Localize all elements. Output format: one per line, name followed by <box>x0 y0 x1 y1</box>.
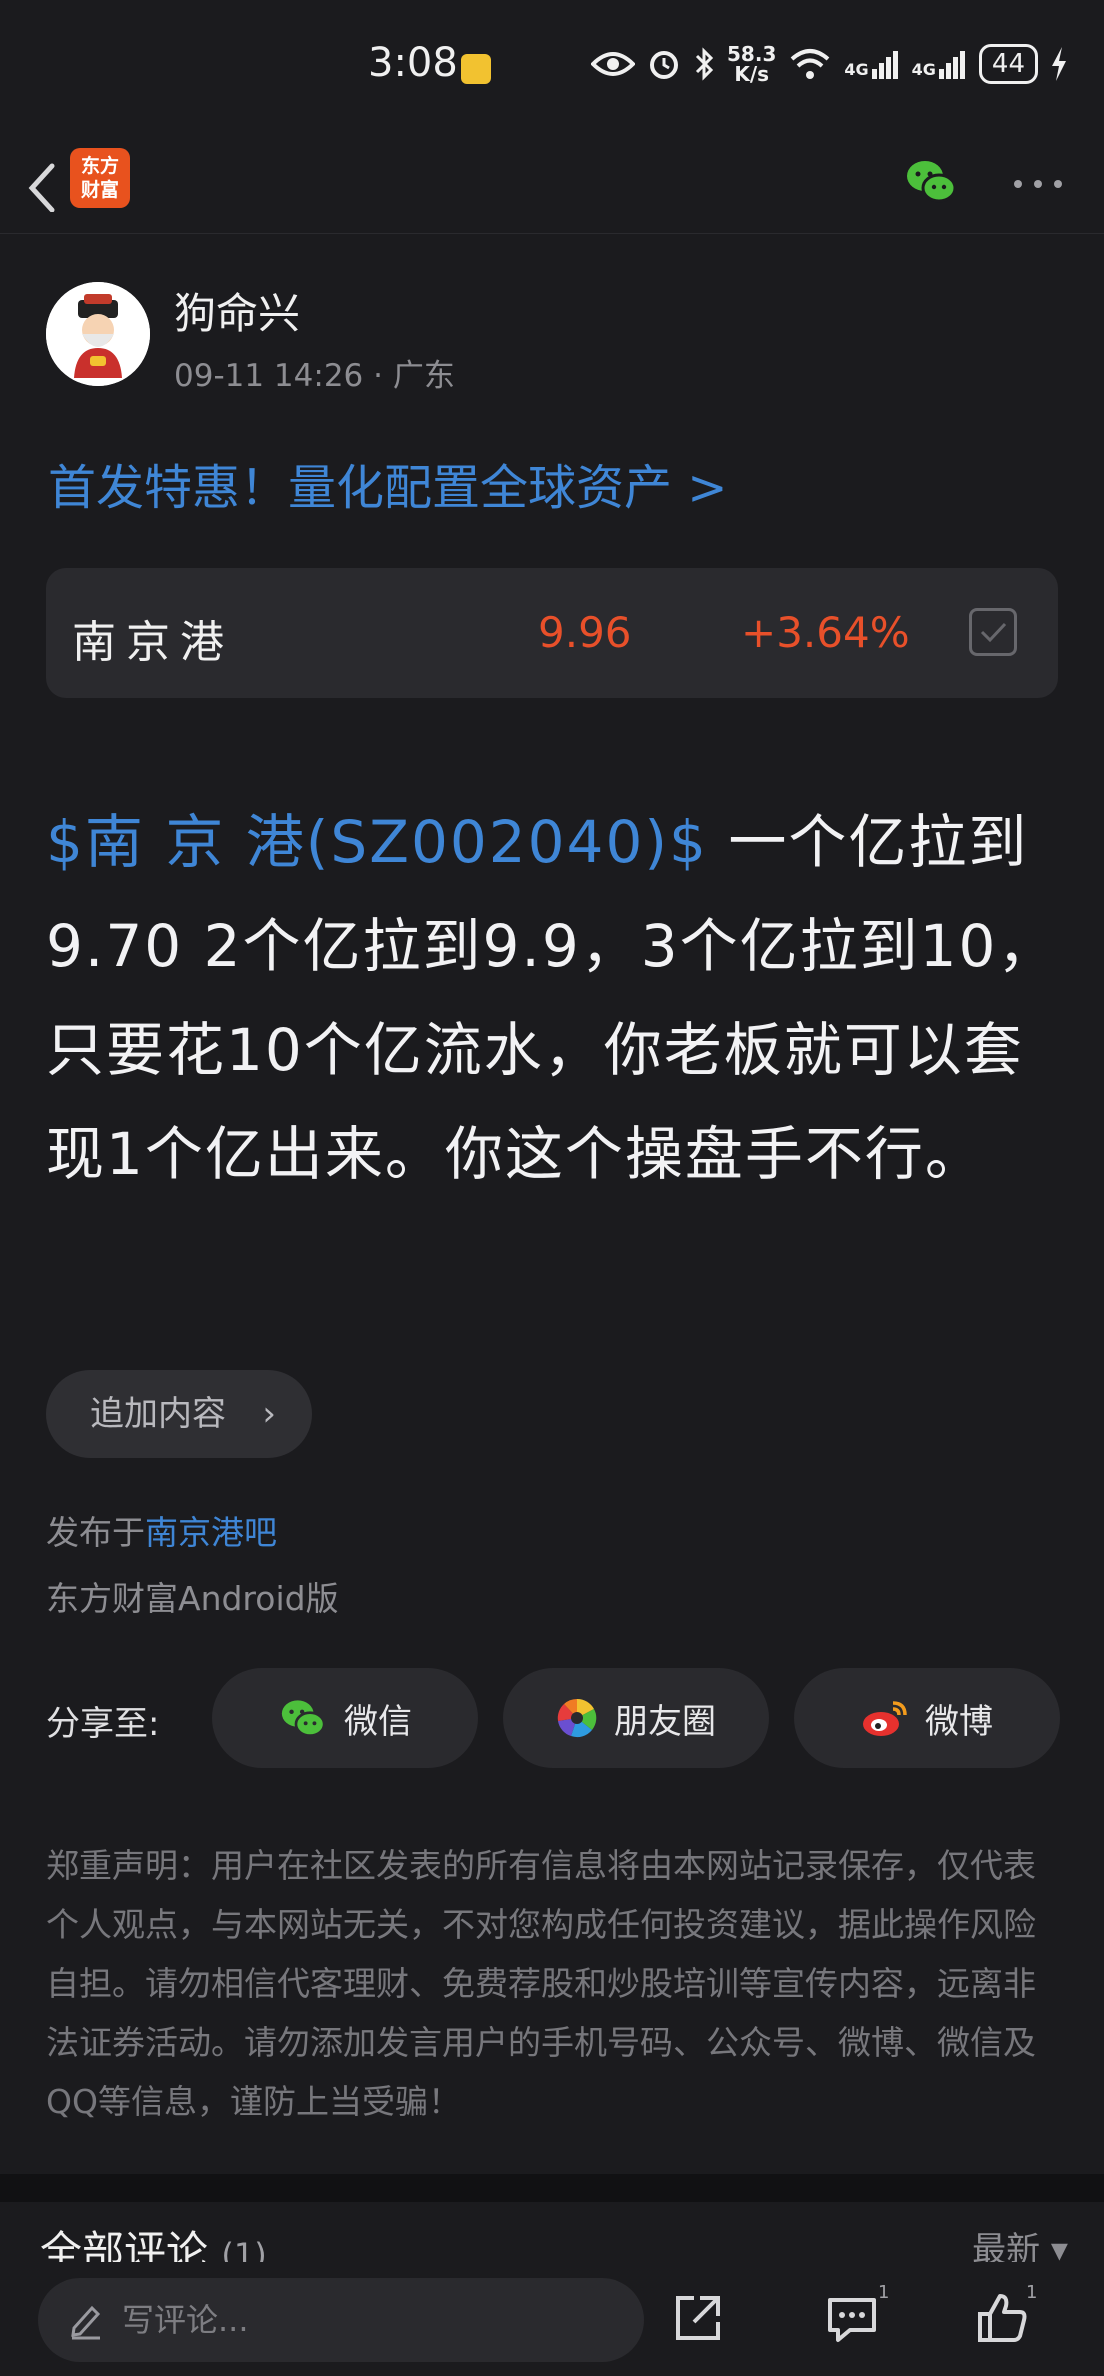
client-info: 东方财富Android版 <box>46 1579 339 1618</box>
signal-2: 4G <box>912 49 967 79</box>
append-content-label: 追加内容 <box>90 1394 226 1434</box>
speed-unit: K/s <box>734 62 770 86</box>
charging-icon <box>1052 47 1066 81</box>
share-weibo-button[interactable]: 微博 <box>794 1668 1060 1768</box>
share-weibo-label: 微博 <box>925 1701 993 1742</box>
check-icon <box>980 622 1007 643</box>
moments-icon <box>557 1698 597 1738</box>
speed-value: 58.3 <box>727 42 777 66</box>
network-speed: 58.3 K/s <box>727 44 776 84</box>
status-time: 3:08 <box>368 40 458 86</box>
top-nav-bar: 东方 财富 <box>0 134 1104 234</box>
more-options-icon[interactable] <box>1010 164 1066 204</box>
published-info: 发布于南京港吧 <box>46 1506 277 1554</box>
post-meta: 09-11 14:26 · 广东 <box>174 358 455 394</box>
wechat-icon <box>281 1700 326 1737</box>
post-content: $南 京 港(SZ002040)$ 一个亿拉到9.70 2个亿拉到9.9，3个亿… <box>46 790 1062 1206</box>
share-moments-button[interactable]: 朋友圈 <box>503 1668 769 1768</box>
stock-change-percent: +3.64% <box>741 608 910 657</box>
like-thumb-icon[interactable] <box>972 2288 1032 2348</box>
author-name[interactable]: 狗命兴 <box>174 280 300 341</box>
status-icons: 58.3 K/s 4G 4G 44 <box>591 44 1068 84</box>
comment-icon[interactable] <box>822 2288 882 2348</box>
published-prefix: 发布于 <box>46 1513 145 1552</box>
stock-tag-link[interactable]: $南 京 港(SZ002040)$ <box>46 808 708 876</box>
avatar-image <box>46 282 150 386</box>
stock-card[interactable]: 南京港 9.96 +3.64% <box>46 568 1058 698</box>
wechat-share-icon[interactable] <box>903 154 959 210</box>
network-type-2: 4G <box>911 60 936 79</box>
battery-indicator: 44 <box>978 44 1038 84</box>
logo-text-line1: 东方 <box>80 155 119 177</box>
signal-1: 4G <box>844 49 899 79</box>
alarm-icon <box>650 51 679 79</box>
stock-price: 9.96 <box>538 608 632 657</box>
wifi-icon <box>791 49 830 79</box>
share-wechat-button[interactable]: 微信 <box>212 1668 478 1768</box>
signal-icon <box>871 51 898 79</box>
pen-icon <box>71 2305 101 2340</box>
chevron-right-icon: › <box>262 1394 276 1434</box>
share-wechat-label: 微信 <box>344 1701 412 1742</box>
share-moments-label: 朋友圈 <box>614 1701 716 1742</box>
eye-icon <box>591 52 636 76</box>
signal-icon <box>938 51 965 79</box>
like-count-badge: 1 <box>1026 2282 1038 2303</box>
promo-banner-link[interactable]: 首发特惠！量化配置全球资产 > <box>48 448 727 518</box>
add-watchlist-checkbox[interactable] <box>969 608 1017 656</box>
message-notification-icon <box>461 54 491 84</box>
comment-input[interactable]: 写评论... <box>38 2278 644 2362</box>
disclaimer-text: 郑重声明：用户在社区发表的所有信息将由本网站记录保存，仅代表个人观点，与本网站无… <box>46 1846 1036 2121</box>
section-divider <box>0 2174 1104 2202</box>
share-external-icon[interactable] <box>668 2288 728 2348</box>
logo-text-line2: 财富 <box>80 179 119 201</box>
stock-name: 南京港 <box>72 617 234 668</box>
app-logo[interactable]: 东方 财富 <box>70 148 130 208</box>
weibo-icon <box>863 1701 907 1736</box>
network-type-1: 4G <box>844 60 869 79</box>
author-avatar[interactable] <box>46 282 150 386</box>
bluetooth-icon <box>695 47 714 81</box>
post-detail-page: 3:08 58.3 K/s 4G 4G 44 东方 财富 狗命兴 09-11 1… <box>0 0 1104 2376</box>
status-bar: 3:08 58.3 K/s 4G 4G 44 <box>0 0 1104 134</box>
back-arrow-icon[interactable] <box>18 152 68 212</box>
comment-count-badge: 1 <box>878 2282 890 2303</box>
share-label: 分享至: <box>46 1704 160 1744</box>
comment-placeholder: 写评论... <box>122 2301 249 2339</box>
bottom-action-bar: 写评论... 1 1 <box>0 2262 1104 2376</box>
append-content-button[interactable]: 追加内容 › <box>46 1370 312 1458</box>
stock-bar-link[interactable]: 南京港吧 <box>145 1513 277 1552</box>
